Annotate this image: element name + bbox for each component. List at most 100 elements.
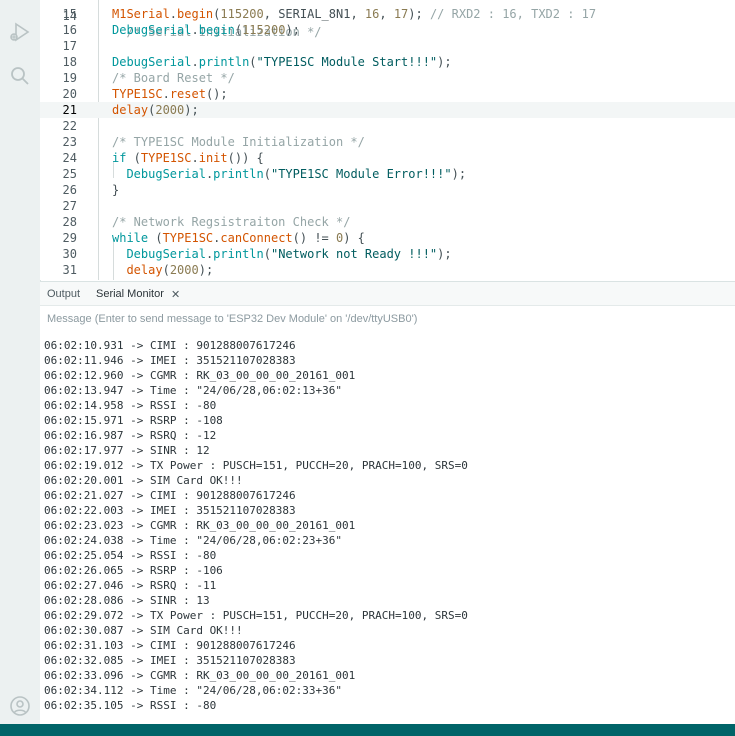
- line-number: 15: [62, 7, 77, 21]
- status-bar: [0, 724, 735, 736]
- code-text: DebugSerial.begin(115200);: [112, 22, 300, 38]
- run-debug-icon[interactable]: [8, 20, 32, 44]
- code-token: TYPE1SC: [140, 151, 192, 165]
- code-token: "Network not Ready !!!": [270, 247, 438, 261]
- serial-line: 06:02:15.971 -> RSRP : -108: [44, 414, 223, 427]
- serial-line: 06:02:14.958 -> RSSI : -80: [44, 399, 217, 412]
- line-number: 30: [62, 247, 77, 261]
- line-number: 31: [62, 263, 77, 277]
- serial-line: 06:02:21.027 -> CIMI : 901288007617246: [44, 489, 296, 502]
- code-line: 30 DebugSerial.println("Network not Read…: [40, 246, 735, 262]
- code-token: (: [148, 231, 163, 245]
- code-line: 31 delay(2000);: [40, 262, 735, 278]
- code-token: ();: [205, 87, 228, 101]
- line-number: 23: [62, 135, 77, 149]
- profile-icon[interactable]: [8, 694, 32, 718]
- line-number: 19: [62, 71, 77, 85]
- line-number: 26: [62, 183, 77, 197]
- code-token: begin: [177, 7, 214, 21]
- code-token: println: [213, 247, 264, 261]
- code-token: delay: [126, 263, 163, 277]
- code-token: (: [234, 23, 243, 37]
- code-token: .: [169, 7, 178, 21]
- tab-serial-monitor[interactable]: Serial Monitor: [96, 288, 164, 300]
- code-token: .: [191, 151, 199, 165]
- code-token: /* Network Regsistraiton Check */: [112, 215, 351, 229]
- code-line: 28 /* Network Regsistraiton Check */: [40, 214, 735, 230]
- code-text: DebugSerial.println("TYPE1SC Module Star…: [112, 54, 452, 70]
- code-line: 19 /* Board Reset */: [40, 70, 735, 86]
- serial-monitor-output: 06:02:10.931 -> CIMI : 901288007617246 06…: [40, 332, 735, 724]
- code-token: reset: [169, 87, 206, 101]
- code-token: canConnect: [220, 231, 293, 245]
- serial-line: 06:02:24.038 -> Time : "24/06/28,06:02:2…: [44, 534, 343, 547]
- code-text: while (TYPE1SC.canConnect() != 0) {: [112, 230, 365, 246]
- code-token: );: [184, 103, 199, 117]
- code-token: .: [191, 55, 199, 69]
- code-line: 27: [40, 198, 735, 214]
- code-token: ()) {: [227, 151, 264, 165]
- code-line: 18 DebugSerial.println("TYPE1SC Module St…: [40, 54, 735, 70]
- line-number: 17: [62, 39, 77, 53]
- serial-line: 06:02:20.001 -> SIM Card OK!!!: [44, 474, 243, 487]
- code-token: M1Serial: [112, 7, 170, 21]
- code-text: }: [112, 182, 119, 198]
- code-text: TYPE1SC.reset();: [112, 86, 228, 102]
- line-number: 21: [62, 103, 77, 117]
- code-token: );: [451, 167, 467, 181]
- code-token: /* TYPE1SC Module Initialization */: [112, 135, 365, 149]
- code-line: 24 if (TYPE1SC.init()) {: [40, 150, 735, 166]
- serial-line: 06:02:12.960 -> CGMR : RK_03_00_00_00_20…: [44, 369, 356, 382]
- code-text: if (TYPE1SC.init()) {: [112, 150, 264, 166]
- code-token: 115200: [220, 7, 264, 21]
- code-text: delay(2000);: [112, 102, 199, 118]
- code-token: (: [162, 263, 170, 277]
- code-text: /* Board Reset */: [112, 70, 235, 86]
- close-icon[interactable]: ✕: [171, 288, 180, 301]
- code-line: 29 while (TYPE1SC.canConnect() != 0) {: [40, 230, 735, 246]
- code-token: TYPE1SC: [112, 87, 163, 101]
- code-token: (: [126, 151, 141, 165]
- search-icon[interactable]: [8, 64, 32, 88]
- code-line: 26}: [40, 182, 735, 198]
- serial-line: 06:02:30.087 -> SIM Card OK!!!: [44, 624, 243, 637]
- code-token: "TYPE1SC Module Start!!!": [256, 55, 438, 69]
- code-token: );: [437, 55, 452, 69]
- code-token: .: [162, 87, 170, 101]
- activity-bar: [0, 0, 41, 724]
- code-token: (: [263, 247, 271, 261]
- code-token: 16: [364, 7, 380, 21]
- line-number: 25: [62, 167, 77, 181]
- code-token: "TYPE1SC Module Error!!!": [270, 167, 452, 181]
- code-line: 20 TYPE1SC.reset();: [40, 86, 735, 102]
- line-number: 27: [62, 199, 77, 213]
- code-token: .: [191, 23, 199, 37]
- serial-line: 06:02:25.054 -> RSSI : -80: [44, 549, 217, 562]
- serial-line: 06:02:19.012 -> TX Power : PUSCH=151, PU…: [44, 459, 468, 472]
- code-token: TYPE1SC: [162, 231, 214, 245]
- tab-output[interactable]: Output: [47, 288, 80, 300]
- code-text: /* Network Regsistraiton Check */: [112, 214, 350, 230]
- code-text: M1Serial.begin(115200, SERIAL_8N1, 16, 1…: [112, 6, 596, 22]
- code-token: (: [263, 167, 271, 181]
- code-text: DebugSerial.println("TYPE1SC Module Erro…: [112, 166, 466, 182]
- code-editor[interactable]: 14 /* Serial Initialization */ 15 M1Seria…: [40, 0, 735, 280]
- code-token: 17: [393, 7, 409, 21]
- line-number: 20: [62, 87, 77, 101]
- code-line: 17: [40, 38, 735, 54]
- code-token: println: [198, 55, 250, 69]
- serial-line: 06:02:27.046 -> RSRQ : -11: [44, 579, 217, 592]
- message-input[interactable]: [40, 306, 735, 332]
- serial-line: 06:02:33.096 -> CGMR : RK_03_00_00_00_20…: [44, 669, 356, 682]
- code-text: DebugSerial.println("Network not Ready !…: [112, 246, 451, 262]
- code-token: (: [249, 55, 257, 69]
- code-line: 15 M1Serial.begin(115200, SERIAL_8N1, 16,…: [40, 6, 735, 22]
- code-token: delay: [112, 103, 149, 117]
- code-token: /* Board Reset */: [112, 71, 235, 85]
- line-number: 16: [62, 23, 77, 37]
- code-text: delay(2000);: [112, 262, 213, 278]
- code-line: 16 DebugSerial.begin(115200);: [40, 22, 735, 38]
